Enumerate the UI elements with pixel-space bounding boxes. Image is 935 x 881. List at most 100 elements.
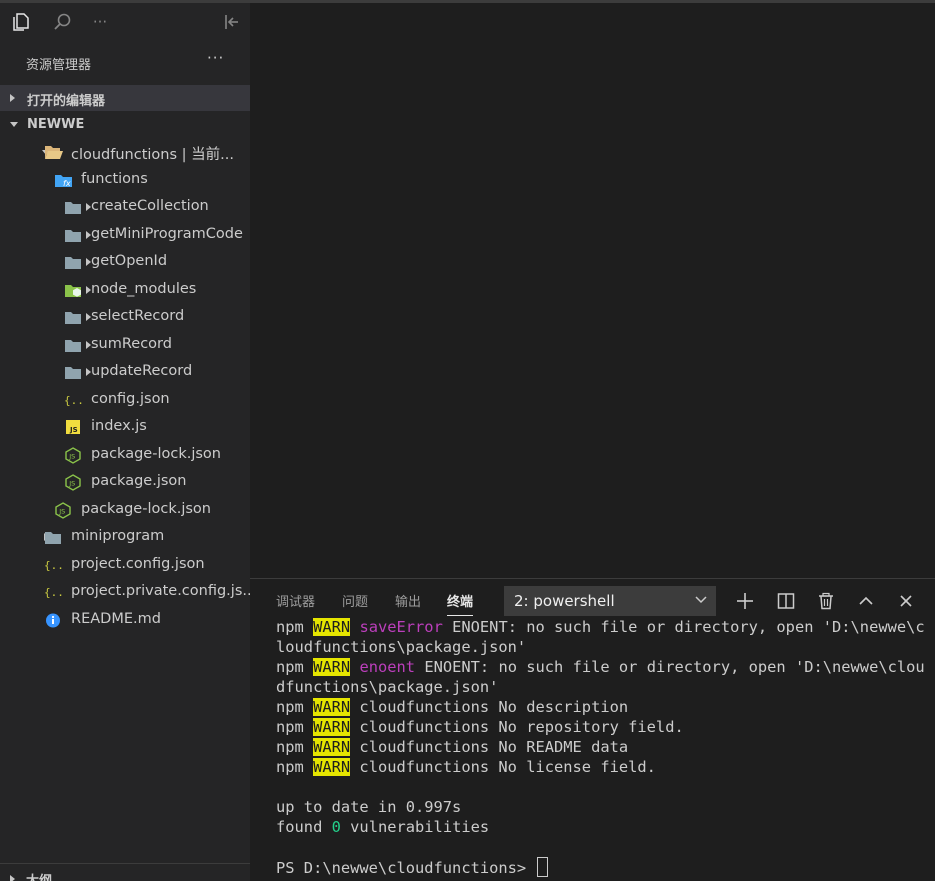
workspace-section[interactable]: NEWWE: [0, 112, 250, 138]
js-icon: JS: [64, 419, 82, 436]
warn-code: enoent: [359, 658, 416, 676]
terminal-text: cloudfunctions No repository field.: [350, 718, 684, 736]
tree-file[interactable]: {..} project.config.json: [0, 552, 250, 579]
terminal-line: loudfunctions\package.json': [276, 637, 916, 657]
tree-file[interactable]: JS package.json: [0, 469, 250, 496]
outline-section[interactable]: 大纲: [0, 863, 250, 881]
editor-area[interactable]: [250, 3, 935, 578]
tree-folder[interactable]: selectRecord: [0, 304, 250, 331]
terminal-line: npm WARN cloudfunctions No description: [276, 697, 916, 717]
tree-item-label: updateRecord: [91, 363, 193, 379]
tree-file[interactable]: {..} project.private.config.js...: [0, 579, 250, 606]
tree-item-label: sumRecord: [91, 335, 172, 352]
tree-item-label: selectRecord: [91, 308, 185, 324]
tree-item-label: README.md: [71, 610, 161, 627]
terminal-text: ENOENT: no such file or directory, open …: [415, 658, 925, 676]
explorer-header: 资源管理器 ···: [0, 48, 250, 76]
warn-badge: WARN: [313, 758, 351, 776]
vulnerability-count: 0: [331, 818, 341, 836]
svg-text:{..}: {..}: [44, 559, 64, 572]
folder-icon: [64, 337, 82, 354]
tab-terminal[interactable]: 终端: [447, 591, 474, 616]
chevron-right-icon: [10, 94, 15, 102]
folder-open-icon: [44, 144, 63, 161]
tree-file[interactable]: README.md: [0, 607, 250, 634]
folder-icon: [44, 529, 62, 546]
close-icon[interactable]: [894, 589, 918, 613]
terminal-line: npm WARN saveError ENOENT: no such file …: [276, 617, 925, 637]
tab-output[interactable]: 输出: [395, 591, 421, 610]
terminal-text: loudfunctions\package.json': [276, 638, 527, 656]
warn-badge: WARN: [313, 698, 351, 716]
chevron-down-icon: [10, 122, 18, 127]
tree-item-label: package.json: [91, 473, 187, 489]
tree-file[interactable]: JS index.js: [0, 414, 250, 441]
terminal-text: cloudfunctions No license field.: [350, 758, 656, 776]
terminal-line: found 0 vulnerabilities: [276, 817, 916, 837]
folder-icon: [64, 227, 82, 244]
tree-item-label: project.private.config.js...: [71, 583, 250, 599]
info-icon: [44, 612, 62, 629]
terminal-text: npm: [276, 698, 314, 716]
collapse-sidebar-icon[interactable]: [220, 11, 242, 33]
terminal-text: up to date in 0.997s: [276, 798, 462, 816]
tree-folder[interactable]: node_modules: [0, 277, 250, 304]
explorer-more-button[interactable]: ···: [207, 49, 224, 67]
sidebar-toolbar: ···: [0, 3, 250, 39]
sidebar: ··· 资源管理器 ··· 打开的编辑器 NEWWE cloudfunction…: [0, 3, 250, 881]
tab-debugger[interactable]: 调试器: [276, 591, 315, 610]
terminal-select-value: 2: powershell: [514, 592, 615, 610]
tree-file[interactable]: JS package-lock.json: [0, 497, 250, 524]
explorer-title: 资源管理器: [26, 58, 92, 73]
terminal-output[interactable]: npm WARN saveError ENOENT: no such file …: [276, 617, 925, 877]
tree-folder[interactable]: sumRecord: [0, 332, 250, 359]
tree-folder[interactable]: fx functions: [0, 167, 250, 194]
bottom-panel: 调试器 问题 输出 终端 2: powershell npm WARN save…: [250, 578, 935, 881]
json-icon: {..}: [44, 557, 71, 574]
split-terminal-button[interactable]: [774, 589, 798, 613]
svg-text:JS: JS: [69, 426, 78, 434]
folder-icon: [64, 254, 82, 271]
vscode-window: ··· 资源管理器 ··· 打开的编辑器 NEWWE cloudfunction…: [0, 0, 935, 881]
tree-folder[interactable]: createCollection: [0, 194, 250, 221]
svg-text:JS: JS: [68, 480, 75, 488]
terminal-text: npm: [276, 618, 314, 636]
svg-text:{..}: {..}: [64, 394, 84, 407]
maximize-panel-icon[interactable]: [854, 589, 878, 613]
tree-item-label: node_modules: [91, 280, 197, 297]
search-icon[interactable]: [51, 11, 73, 33]
open-editors-section[interactable]: 打开的编辑器: [0, 85, 250, 111]
warn-badge: WARN: [313, 738, 351, 756]
new-terminal-button[interactable]: [733, 589, 757, 613]
tree-item-label: getMiniProgramCode: [91, 225, 243, 242]
tree-folder[interactable]: updateRecord: [0, 359, 250, 386]
explorer-icon[interactable]: [10, 11, 32, 33]
tab-problems[interactable]: 问题: [342, 591, 368, 610]
tree-item-label: project.config.json: [71, 555, 205, 572]
nodejs-icon: JS: [64, 446, 82, 464]
terminal-line: dfunctions\package.json': [276, 677, 916, 697]
tree-file[interactable]: JS package-lock.json: [0, 442, 250, 469]
tree-folder[interactable]: getMiniProgramCode: [0, 222, 250, 249]
tree-folder[interactable]: miniprogram: [0, 524, 250, 551]
terminal-line: npm WARN enoent ENOENT: no such file or …: [276, 657, 925, 677]
terminal-text: dfunctions\package.json': [276, 678, 499, 696]
tree-file[interactable]: {..} config.json: [0, 387, 250, 414]
folder-icon: [64, 199, 82, 216]
tree-folder[interactable]: getOpenId: [0, 249, 250, 276]
terminal-text: cloudfunctions No README data: [350, 738, 629, 756]
tree-item-label: config.json: [91, 390, 170, 407]
warn-badge: WARN: [313, 718, 351, 736]
terminal-line: npm WARN cloudfunctions No license field…: [276, 757, 916, 777]
more-actions-icon[interactable]: ···: [89, 11, 111, 33]
terminal-select[interactable]: 2: powershell: [504, 586, 716, 616]
folder-icon: [64, 364, 82, 381]
trash-icon[interactable]: [814, 589, 838, 613]
tree-item-label: cloudfunctions | 当前...: [71, 147, 234, 163]
chevron-down-icon: [694, 593, 708, 611]
svg-text:fx: fx: [63, 179, 71, 188]
terminal-text: vulnerabilities: [340, 818, 490, 836]
tree-folder[interactable]: cloudfunctions | 当前...: [0, 139, 250, 166]
node-modules-folder-icon: [64, 282, 82, 299]
